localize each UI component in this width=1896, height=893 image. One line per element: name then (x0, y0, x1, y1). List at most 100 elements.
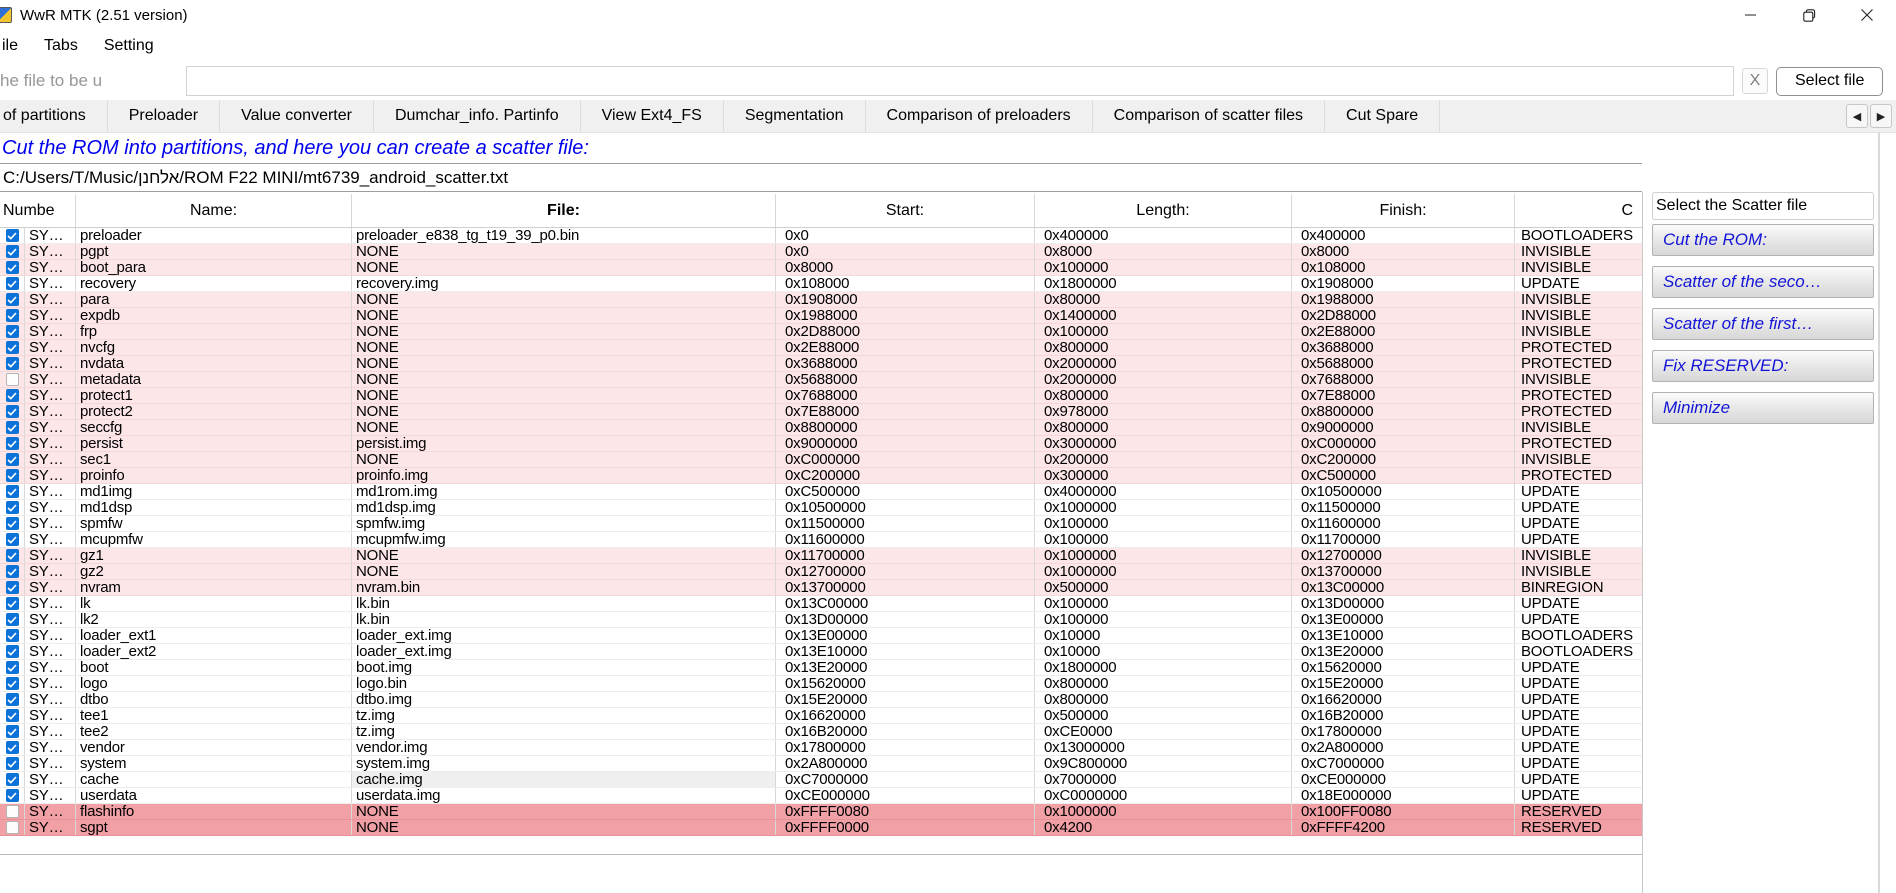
column-header-start[interactable]: Start: (776, 194, 1035, 227)
checkbox-checked-icon[interactable] (5, 405, 19, 418)
row-checkbox-cell[interactable] (0, 788, 25, 803)
row-checkbox-cell[interactable] (0, 356, 25, 371)
checkbox-checked-icon[interactable] (5, 789, 19, 802)
row-checkbox-cell[interactable] (0, 756, 25, 771)
row-checkbox-cell[interactable] (0, 404, 25, 419)
row-checkbox-cell[interactable] (0, 612, 25, 627)
checkbox-unchecked-icon[interactable] (5, 821, 19, 834)
row-checkbox-cell[interactable] (0, 660, 25, 675)
row-checkbox-cell[interactable] (0, 468, 25, 483)
tab-of-partitions[interactable]: of partitions (0, 100, 108, 132)
checkbox-checked-icon[interactable] (5, 229, 19, 242)
tab-scroll-right-icon[interactable]: ▶ (1870, 104, 1892, 128)
row-checkbox-cell[interactable] (0, 436, 25, 451)
table-row[interactable]: SY… proinfo proinfo.img 0xC200000 0x300000 0x… (0, 468, 1642, 484)
side-button-scatter-of-the-seco[interactable]: Scatter of the seco… (1652, 266, 1874, 298)
checkbox-checked-icon[interactable] (5, 693, 19, 706)
table-row[interactable]: SY… metadata NONE 0x5688000 0x2000000 0x76880… (0, 372, 1642, 388)
table-row[interactable]: SY… persist persist.img 0x9000000 0x3000000 0… (0, 436, 1642, 452)
table-row[interactable]: SY… md1img md1rom.img 0xC500000 0x4000000 0x1… (0, 484, 1642, 500)
table-row[interactable]: SY… logo logo.bin 0x15620000 0x800000 0x15E20… (0, 676, 1642, 692)
table-row[interactable]: SY… nvram nvram.bin 0x13700000 0x500000 0x13C… (0, 580, 1642, 596)
row-checkbox-cell[interactable] (0, 708, 25, 723)
table-row[interactable]: SY… system system.img 0x2A800000 0x9C800000 0… (0, 756, 1642, 772)
row-checkbox-cell[interactable] (0, 388, 25, 403)
row-checkbox-cell[interactable] (0, 740, 25, 755)
table-row[interactable]: SY… sec1 NONE 0xC000000 0x200000 0xC200000 INV… (0, 452, 1642, 468)
table-row[interactable]: SY… nvdata NONE 0x3688000 0x2000000 0x5688000… (0, 356, 1642, 372)
side-button-cut-the-rom[interactable]: Cut the ROM: (1652, 224, 1874, 256)
row-checkbox-cell[interactable] (0, 644, 25, 659)
checkbox-unchecked-icon[interactable] (5, 805, 19, 818)
row-checkbox-cell[interactable] (0, 596, 25, 611)
side-button-scatter-of-the-first[interactable]: Scatter of the first… (1652, 308, 1874, 340)
table-row[interactable]: SY… flashinfo NONE 0xFFFF0080 0x1000000 0x100… (0, 804, 1642, 820)
minimize-button[interactable] (1722, 0, 1780, 30)
row-checkbox-cell[interactable] (0, 580, 25, 595)
table-row[interactable]: SY… gz2 NONE 0x12700000 0x1000000 0x13700000 I… (0, 564, 1642, 580)
tab-cut-spare[interactable]: Cut Spare (1325, 100, 1441, 132)
tab-scroll-left-icon[interactable]: ◀ (1846, 104, 1868, 128)
row-checkbox-cell[interactable] (0, 372, 25, 387)
checkbox-checked-icon[interactable] (5, 645, 19, 658)
checkbox-checked-icon[interactable] (5, 581, 19, 594)
checkbox-checked-icon[interactable] (5, 533, 19, 546)
checkbox-checked-icon[interactable] (5, 261, 19, 274)
tab-view-ext4-fs[interactable]: View Ext4_FS (580, 100, 724, 132)
checkbox-checked-icon[interactable] (5, 597, 19, 610)
scatter-path-field[interactable]: C:/Users/T/Music/אלחנן/ROM F22 MINI/mt67… (0, 163, 1642, 192)
checkbox-checked-icon[interactable] (5, 565, 19, 578)
checkbox-unchecked-icon[interactable] (5, 373, 19, 386)
checkbox-checked-icon[interactable] (5, 357, 19, 370)
row-checkbox-cell[interactable] (0, 420, 25, 435)
checkbox-checked-icon[interactable] (5, 309, 19, 322)
row-checkbox-cell[interactable] (0, 772, 25, 787)
checkbox-checked-icon[interactable] (5, 453, 19, 466)
checkbox-checked-icon[interactable] (5, 613, 19, 626)
row-checkbox-cell[interactable] (0, 804, 25, 819)
checkbox-checked-icon[interactable] (5, 549, 19, 562)
table-row[interactable]: SY… lk2 lk.bin 0x13D00000 0x100000 0x13E00000… (0, 612, 1642, 628)
select-file-button[interactable]: Select file (1776, 66, 1884, 96)
row-checkbox-cell[interactable] (0, 260, 25, 275)
table-row[interactable]: SY… protect2 NONE 0x7E88000 0x978000 0x880000… (0, 404, 1642, 420)
clear-file-button[interactable]: X (1742, 68, 1768, 94)
tab-comparison-of-scatter-files[interactable]: Comparison of scatter files (1092, 100, 1326, 132)
side-button-fix-reserved[interactable]: Fix RESERVED: (1652, 350, 1874, 382)
table-row[interactable]: SY… boot boot.img 0x13E20000 0x1800000 0x1562… (0, 660, 1642, 676)
checkbox-checked-icon[interactable] (5, 325, 19, 338)
row-checkbox-cell[interactable] (0, 228, 25, 243)
table-row[interactable]: SY… dtbo dtbo.img 0x15E20000 0x800000 0x16620… (0, 692, 1642, 708)
checkbox-checked-icon[interactable] (5, 741, 19, 754)
checkbox-checked-icon[interactable] (5, 677, 19, 690)
row-checkbox-cell[interactable] (0, 452, 25, 467)
row-checkbox-cell[interactable] (0, 484, 25, 499)
row-checkbox-cell[interactable] (0, 308, 25, 323)
checkbox-checked-icon[interactable] (5, 485, 19, 498)
column-header-length[interactable]: Length: (1035, 194, 1292, 227)
table-row[interactable]: SY… nvcfg NONE 0x2E88000 0x800000 0x3688000 PR… (0, 340, 1642, 356)
row-checkbox-cell[interactable] (0, 340, 25, 355)
tab-dumchar-info-partinfo[interactable]: Dumchar_info. Partinfo (373, 100, 581, 132)
checkbox-checked-icon[interactable] (5, 421, 19, 434)
table-row[interactable]: SY… mcupmfw mcupmfw.img 0x11600000 0x100000 0… (0, 532, 1642, 548)
row-checkbox-cell[interactable] (0, 692, 25, 707)
tab-value-converter[interactable]: Value converter (220, 100, 374, 132)
table-row[interactable]: SY… pgpt NONE 0x0 0x8000 0x8000 INVISIBLE (0, 244, 1642, 260)
column-header-operation[interactable]: C (1515, 194, 1641, 227)
tab-preloader[interactable]: Preloader (107, 100, 221, 132)
row-checkbox-cell[interactable] (0, 532, 25, 547)
table-row[interactable]: SY… cache cache.img 0xC7000000 0x7000000 0xCE… (0, 772, 1642, 788)
table-row[interactable]: SY… vendor vendor.img 0x17800000 0x13000000 0… (0, 740, 1642, 756)
table-row[interactable]: SY… tee2 tz.img 0x16B20000 0xCE0000 0x1780000… (0, 724, 1642, 740)
checkbox-checked-icon[interactable] (5, 437, 19, 450)
row-checkbox-cell[interactable] (0, 564, 25, 579)
checkbox-checked-icon[interactable] (5, 629, 19, 642)
select-scatter-file-field[interactable]: Select the Scatter file (1652, 192, 1874, 220)
table-row[interactable]: SY… protect1 NONE 0x7688000 0x800000 0x7E8800… (0, 388, 1642, 404)
row-checkbox-cell[interactable] (0, 276, 25, 291)
column-header-file[interactable]: File: (352, 194, 776, 227)
tab-comparison-of-preloaders[interactable]: Comparison of preloaders (865, 100, 1093, 132)
table-row[interactable]: SY… lk lk.bin 0x13C00000 0x100000 0x13D00000 U… (0, 596, 1642, 612)
row-checkbox-cell[interactable] (0, 820, 25, 835)
